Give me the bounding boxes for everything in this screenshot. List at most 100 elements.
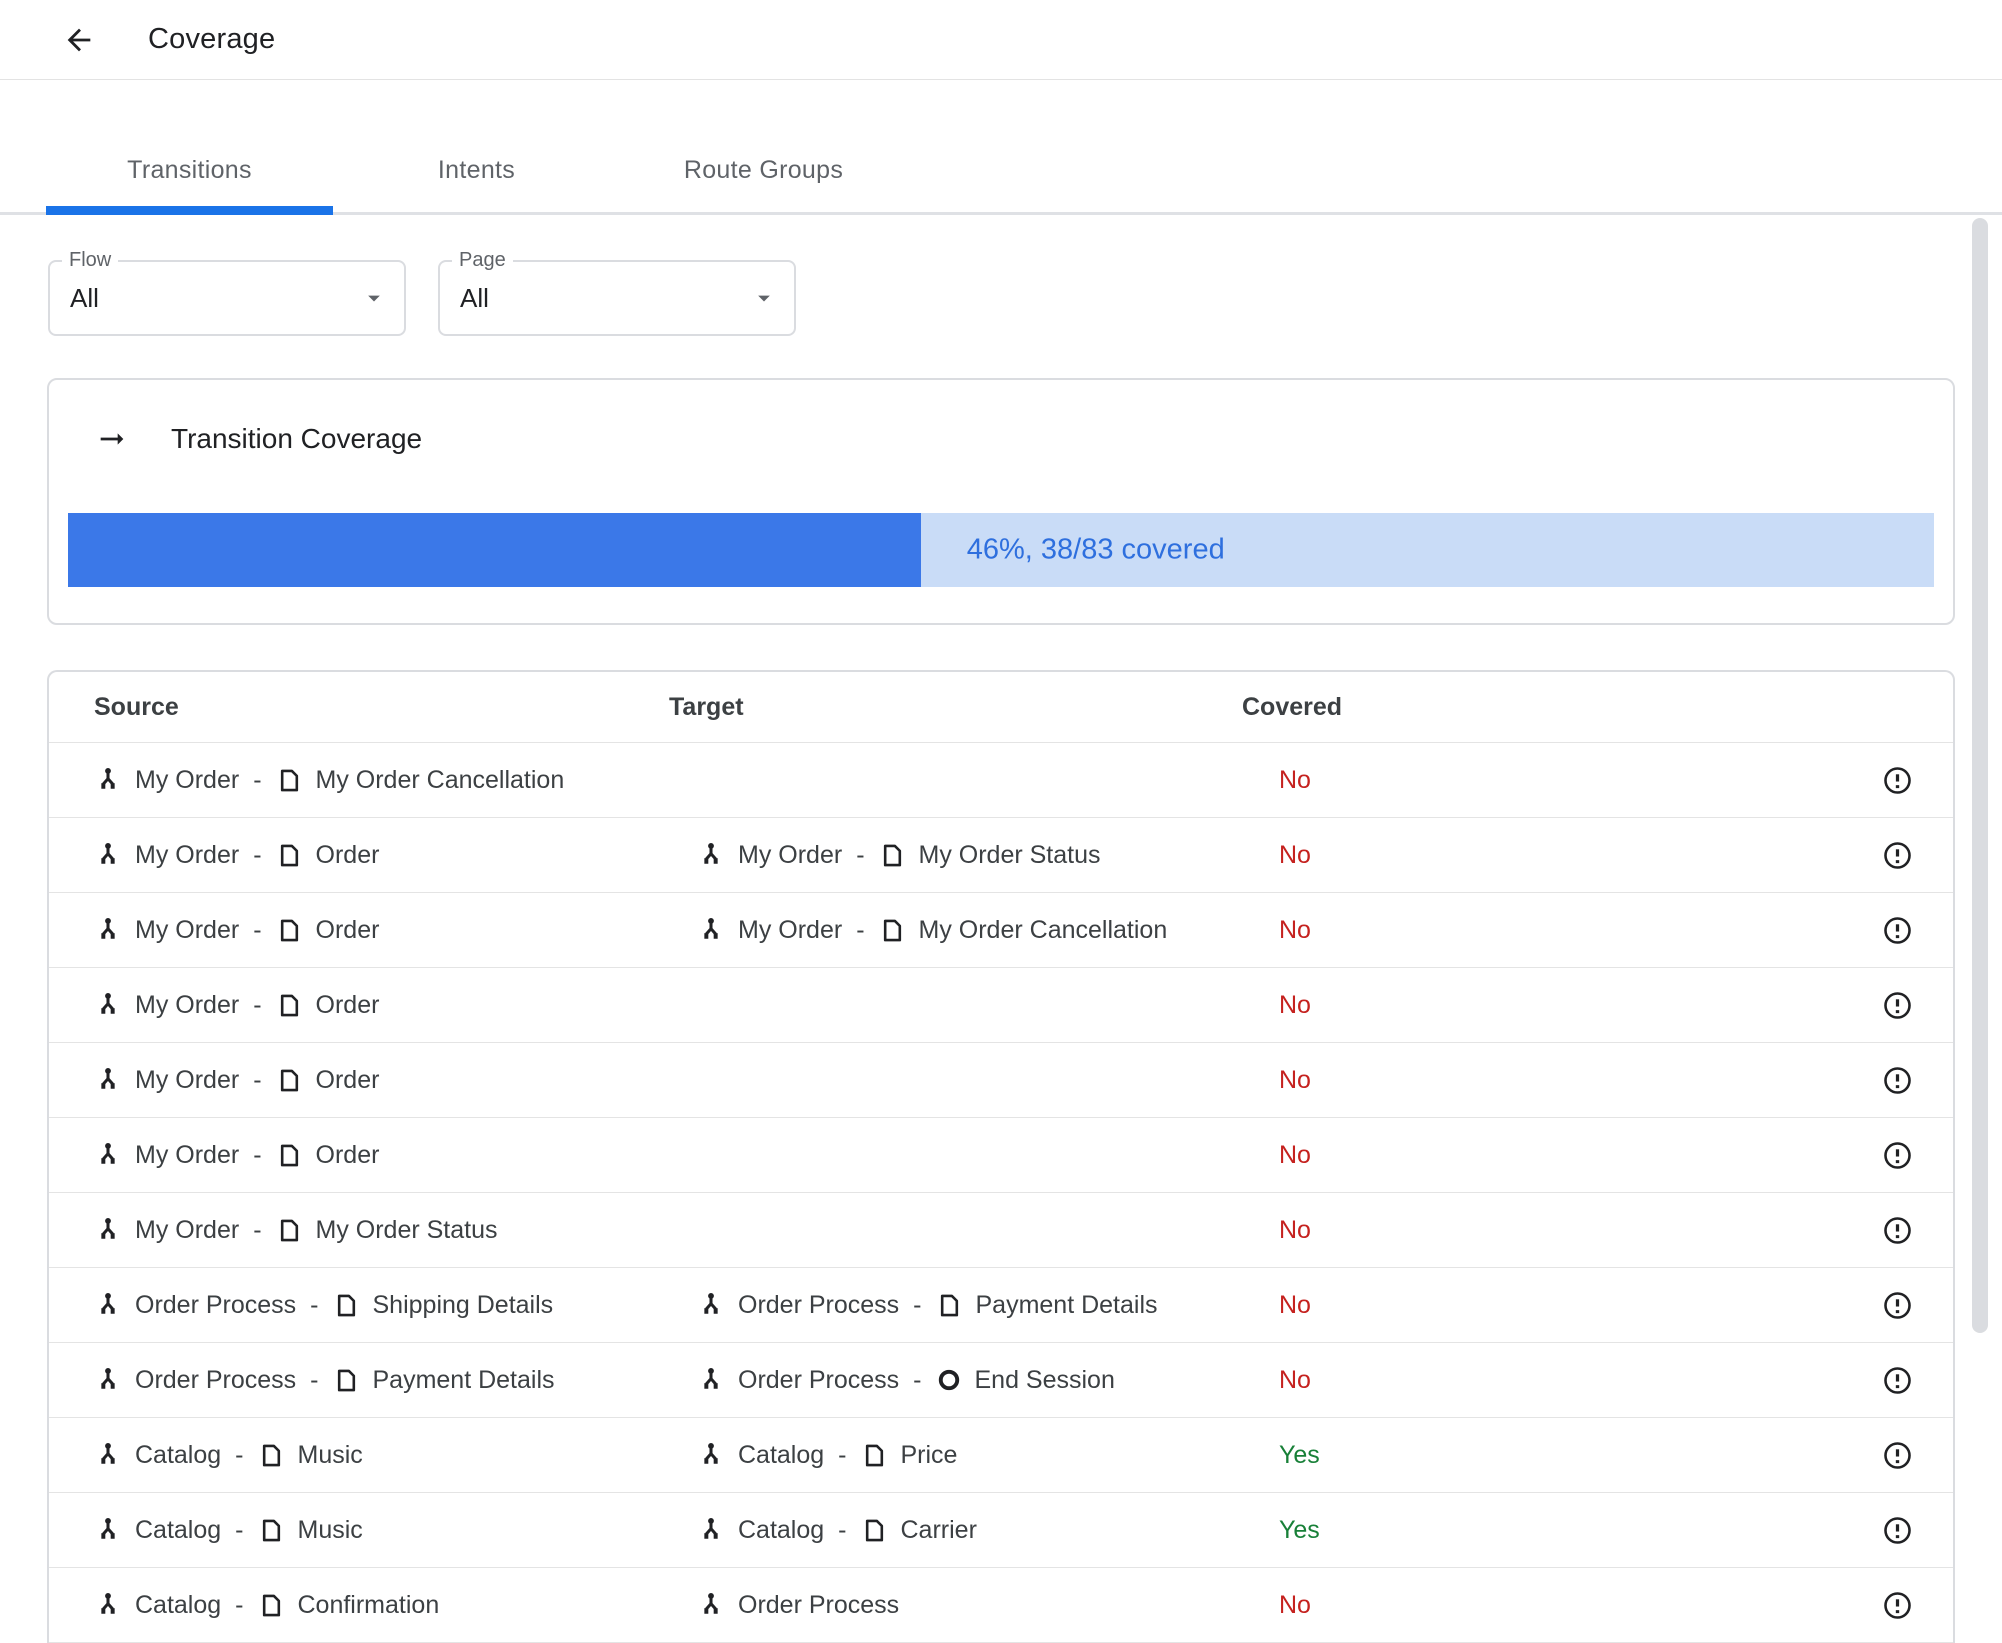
page-icon (276, 842, 303, 869)
flow-icon (94, 1591, 122, 1619)
source-cell: Order Process - Shipping Details (94, 1291, 669, 1320)
flow-name: My Order (738, 840, 843, 869)
covered-value: No (1279, 1215, 1311, 1244)
table-row: My Order - Order My Order - My Order Cancella… (49, 893, 1953, 968)
error-outline-icon[interactable] (1882, 915, 1913, 946)
error-outline-icon[interactable] (1882, 765, 1913, 796)
target-cell: My Order - My Order Status (669, 841, 1242, 870)
covered-value: Yes (1279, 1440, 1320, 1469)
page-icon (333, 1367, 360, 1394)
source-cell: Order Process - Payment Details (94, 1366, 669, 1395)
error-outline-icon[interactable] (1882, 1290, 1913, 1321)
page-name: Order (315, 1140, 380, 1169)
coverage-table-card: Source Target Covered My Order - My Order … (47, 670, 1955, 1643)
page-icon (276, 917, 303, 944)
separator-dash: - (253, 840, 262, 869)
page-name: My Order Status (918, 840, 1101, 869)
page-name: Payment Details (372, 1365, 555, 1394)
page-icon (276, 1067, 303, 1094)
flow-icon (94, 841, 122, 869)
covered-value: No (1279, 990, 1311, 1019)
flow-icon (697, 841, 725, 869)
flow-icon (94, 1441, 122, 1469)
page-name: Order (315, 1065, 380, 1094)
table-row: Catalog - Music Catalog - Price Yes (49, 1418, 1953, 1493)
error-outline-icon[interactable] (1882, 1215, 1913, 1246)
covered-value: No (1279, 765, 1311, 794)
tab-transitions[interactable]: Transitions (46, 156, 333, 215)
flow-icon (94, 1066, 122, 1094)
flow-name: My Order (135, 1215, 240, 1244)
flow-icon (94, 916, 122, 944)
tab-route-groups[interactable]: Route Groups (620, 156, 907, 212)
coverage-progress-fill (68, 513, 921, 587)
flow-filter-label: Flow (62, 249, 119, 272)
error-outline-icon[interactable] (1882, 1515, 1913, 1546)
flow-name: My Order (135, 1065, 240, 1094)
back-button[interactable] (56, 17, 102, 63)
table-row: Catalog - Music Catalog - Carrier Yes (49, 1493, 1953, 1568)
page-name: Music (297, 1515, 363, 1544)
flow-icon (94, 1516, 122, 1544)
error-outline-icon[interactable] (1882, 1140, 1913, 1171)
end-session-name: End Session (974, 1365, 1115, 1394)
flow-name: My Order (135, 915, 240, 944)
page-filter-select[interactable]: Page All (438, 249, 796, 336)
tab-label: Route Groups (683, 156, 844, 184)
error-outline-icon[interactable] (1882, 1590, 1913, 1621)
flow-icon (94, 1291, 122, 1319)
flow-name: My Order (738, 915, 843, 944)
separator-dash: - (235, 1440, 244, 1469)
error-outline-icon[interactable] (1882, 1065, 1913, 1096)
table-header-row: Source Target Covered (49, 672, 1953, 743)
flow-name: Order Process (135, 1290, 297, 1319)
target-cell: Catalog - Carrier (669, 1516, 1242, 1545)
source-cell: My Order - Order (94, 841, 669, 870)
page-icon (276, 1142, 303, 1169)
flow-icon (697, 1516, 725, 1544)
separator-dash: - (856, 840, 865, 869)
separator-dash: - (253, 990, 262, 1019)
page-name: Payment Details (975, 1290, 1158, 1319)
caret-down-icon (750, 284, 778, 312)
column-header-source: Source (94, 692, 179, 721)
table-body: My Order - My Order Cancellation No My Order… (49, 743, 1953, 1643)
page-icon (879, 842, 906, 869)
target-cell: Catalog - Price (669, 1441, 1242, 1470)
flow-icon (94, 1216, 122, 1244)
table-row: My Order - Order No (49, 968, 1953, 1043)
column-header-target: Target (669, 692, 744, 721)
table-row: My Order - Order No (49, 1043, 1953, 1118)
flow-filter-select[interactable]: Flow All (48, 249, 406, 336)
page-icon (258, 1517, 285, 1544)
error-outline-icon[interactable] (1882, 1365, 1913, 1396)
source-cell: Catalog - Confirmation (94, 1591, 669, 1620)
coverage-card-header: Transition Coverage (49, 380, 1953, 456)
table-row: Order Process - Shipping Details Order Proc… (49, 1268, 1953, 1343)
error-outline-icon[interactable] (1882, 840, 1913, 871)
error-outline-icon[interactable] (1882, 1440, 1913, 1471)
flow-name: Catalog (135, 1590, 222, 1619)
source-cell: My Order - Order (94, 1066, 669, 1095)
page-icon (258, 1592, 285, 1619)
vertical-scrollbar-thumb[interactable] (1972, 218, 1988, 1333)
arrow-left-icon (62, 23, 96, 57)
filter-row: Flow All Page All (48, 249, 2002, 336)
separator-dash: - (913, 1365, 922, 1394)
separator-dash: - (838, 1440, 847, 1469)
separator-dash: - (253, 915, 262, 944)
separator-dash: - (253, 765, 262, 794)
flow-name: Catalog (135, 1515, 222, 1544)
flow-icon (94, 766, 122, 794)
page-icon (276, 767, 303, 794)
source-cell: My Order - My Order Status (94, 1216, 669, 1245)
page-icon (936, 1292, 963, 1319)
flow-name: Catalog (135, 1440, 222, 1469)
error-outline-icon[interactable] (1882, 990, 1913, 1021)
tab-intents[interactable]: Intents (333, 156, 620, 212)
separator-dash: - (253, 1140, 262, 1169)
separator-dash: - (310, 1290, 319, 1319)
page-icon (333, 1292, 360, 1319)
separator-dash: - (253, 1215, 262, 1244)
covered-value: No (1279, 1365, 1311, 1394)
